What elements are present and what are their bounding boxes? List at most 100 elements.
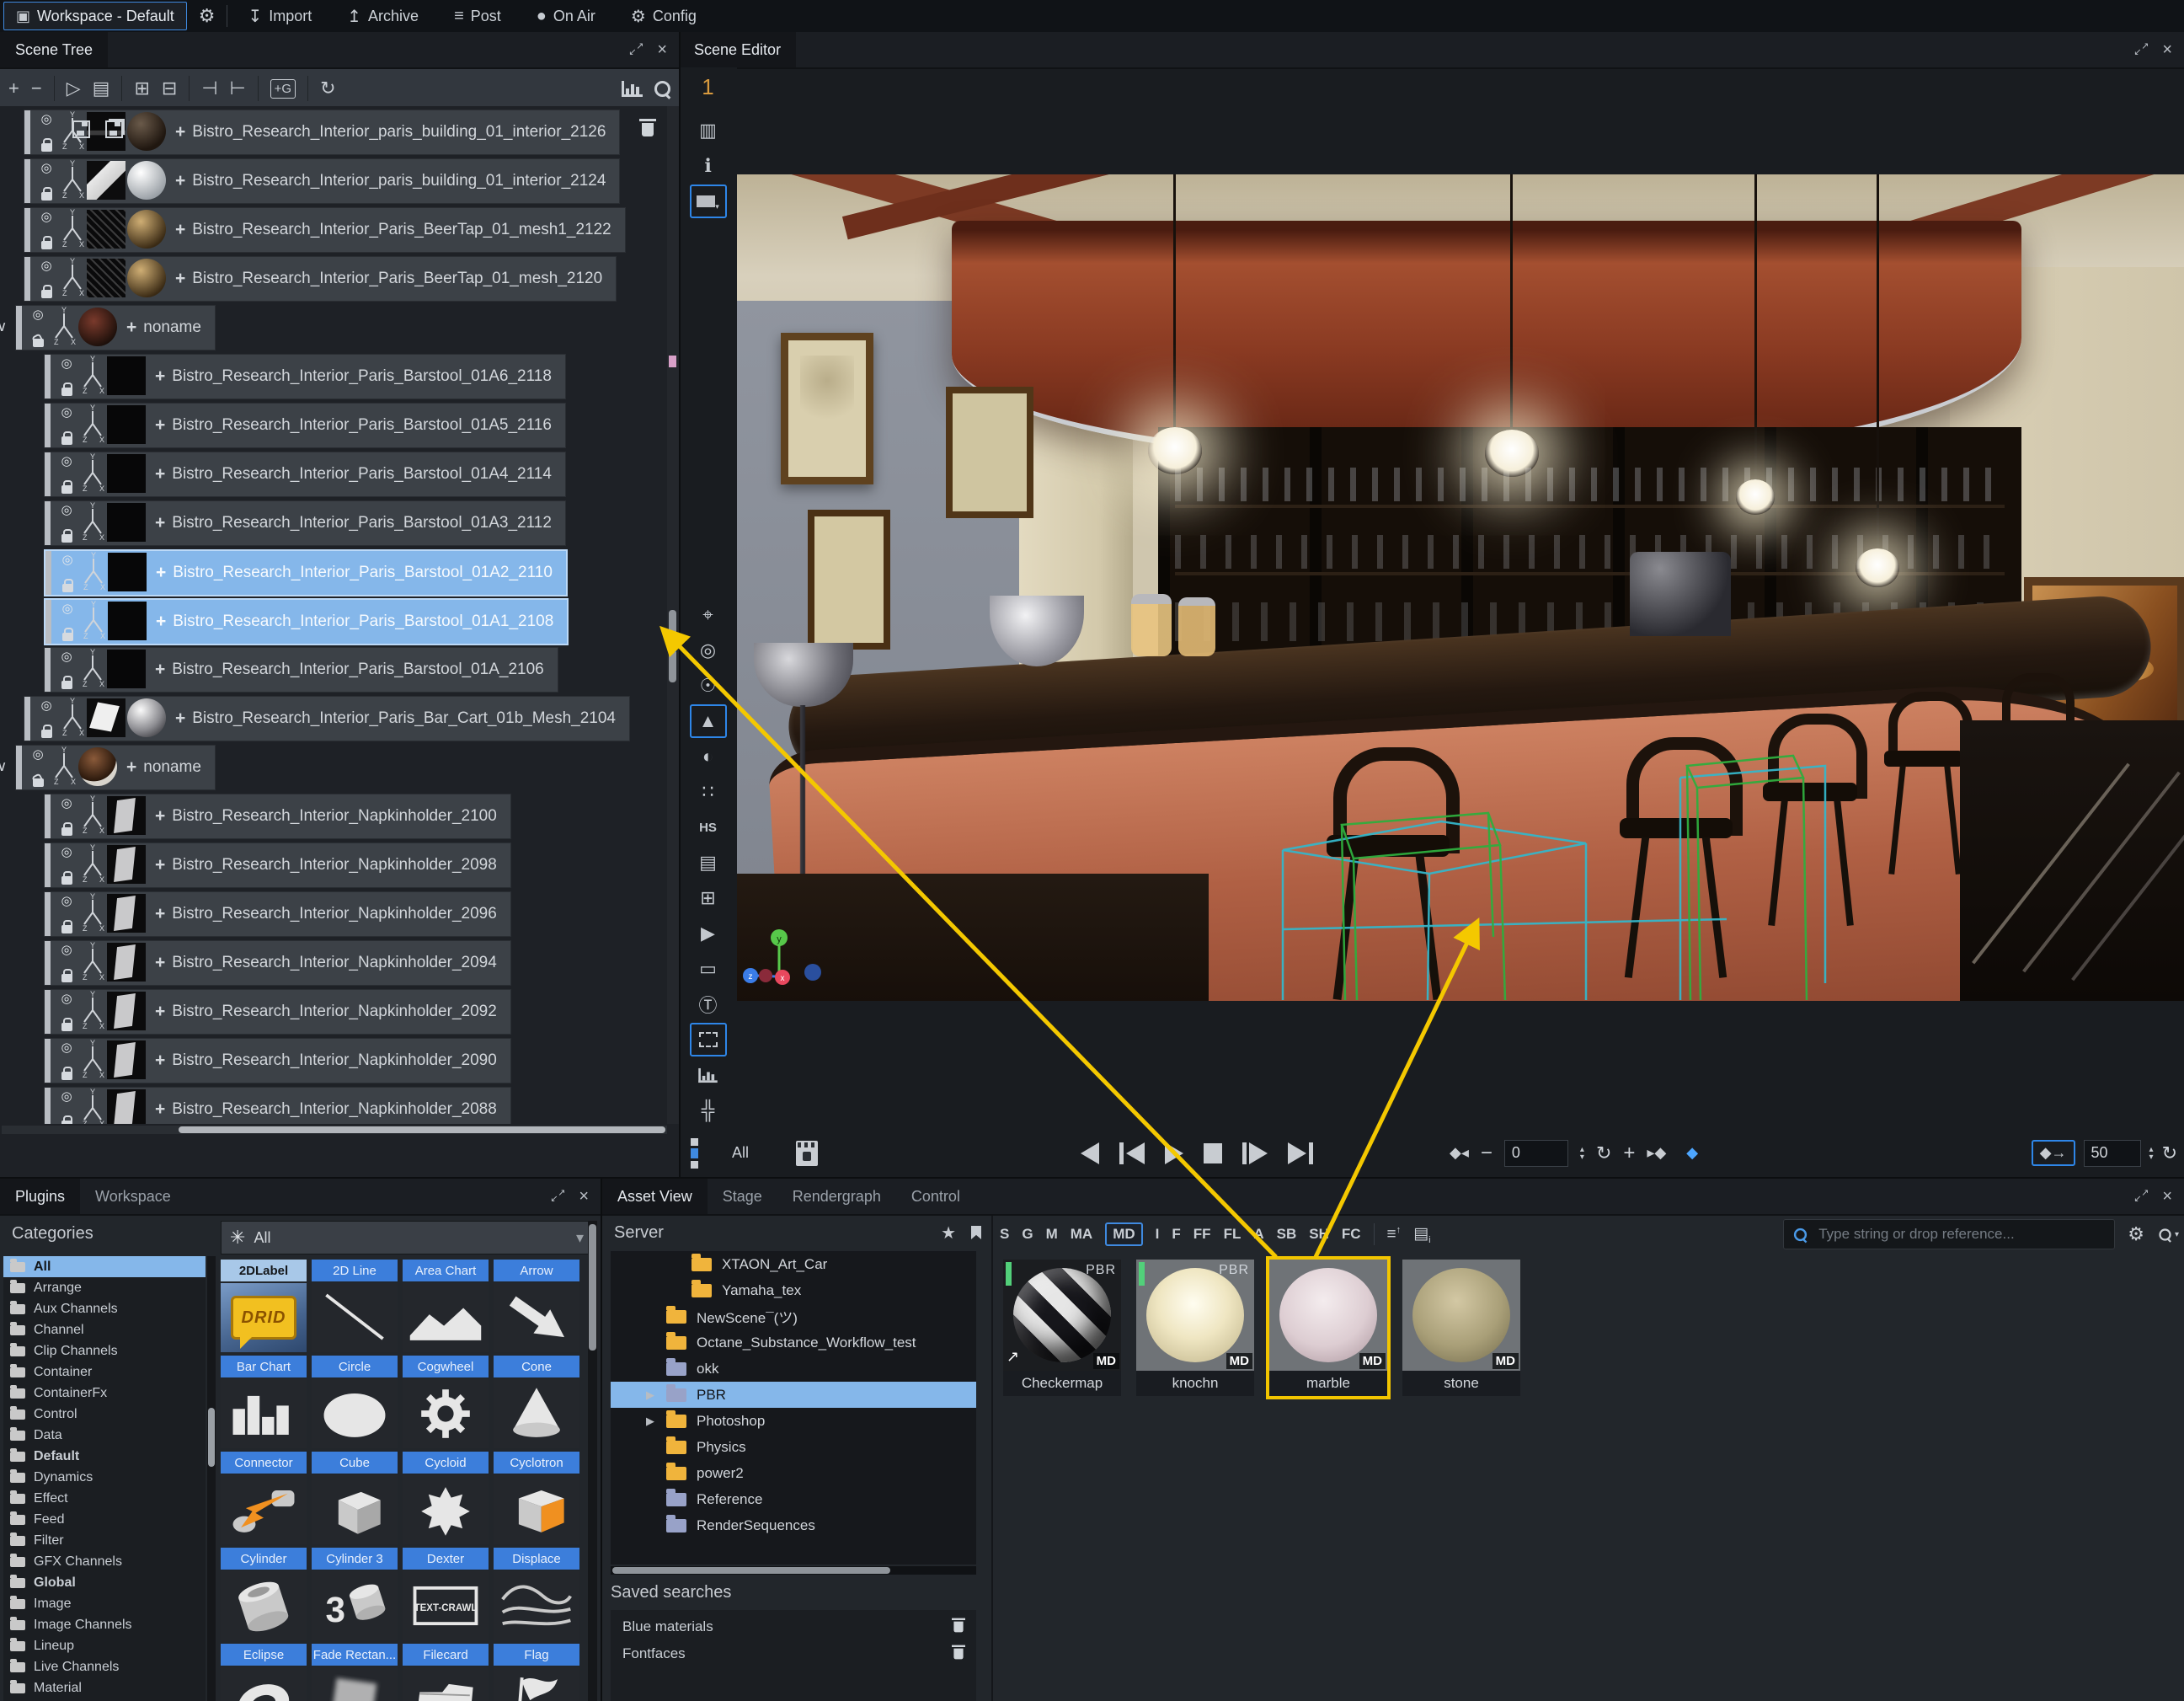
server-folder-power2[interactable]: power2 [611, 1460, 976, 1486]
tree-row[interactable]: ◎YZX+Bistro_Research_Interior_Paris_Bars… [44, 598, 569, 645]
plugin-tile-cyclotron[interactable]: Cyclotron [494, 1452, 579, 1544]
menu-item-config[interactable]: ⚙Config [622, 0, 705, 32]
add-icon[interactable]: + [8, 78, 19, 99]
doc-info-icon[interactable]: ▤i [1413, 1224, 1430, 1245]
plugin-tile-cone[interactable]: Cone [494, 1356, 579, 1448]
camera-focus-icon[interactable]: ⌖ [690, 598, 727, 632]
visibility-eye-icon[interactable]: ◎ [61, 554, 72, 566]
type-filter-g[interactable]: G [1022, 1226, 1033, 1243]
layout-right-icon[interactable]: ⊢ [229, 78, 245, 99]
maximize-panel-icon[interactable]: ↗↙ [2133, 42, 2149, 57]
tab-control[interactable]: Control [896, 1179, 975, 1214]
plugin-tile-cylinder-3[interactable]: Cylinder 33 [312, 1548, 398, 1640]
layer-indicator[interactable] [691, 1138, 698, 1169]
speed-spinner[interactable]: ▴▾ [2149, 1146, 2154, 1161]
remove-icon[interactable]: − [31, 78, 42, 99]
keyframe-next-icon[interactable]: ▸◆ [1647, 1144, 1666, 1162]
play-button[interactable] [1165, 1142, 1183, 1164]
tree-row[interactable]: ◎YZX+Bistro_Research_Interior_Napkinhold… [44, 842, 511, 888]
keyframe-mode-icon[interactable]: ◆→ [2032, 1140, 2075, 1166]
category-item-effect[interactable]: Effect [3, 1488, 206, 1509]
tab-stage[interactable]: Stage [708, 1179, 777, 1214]
viewport-render[interactable]: y z x [737, 174, 2184, 1001]
visibility-eye-icon[interactable]: ◎ [61, 895, 72, 907]
lock-icon[interactable] [41, 241, 52, 249]
lock-icon[interactable] [33, 339, 44, 347]
maximize-panel-icon[interactable]: ↗↙ [2133, 1189, 2149, 1204]
collapse-tree-icon[interactable]: ⊟ [162, 78, 177, 99]
type-filter-ma[interactable]: MA [1071, 1226, 1092, 1243]
tree-row[interactable]: ◎YZX+Bistro_Research_Interior_Napkinhold… [44, 1087, 511, 1124]
visibility-eye-icon[interactable]: ◎ [61, 1090, 72, 1103]
server-folder-physics[interactable]: Physics [611, 1434, 976, 1460]
plugin-tile-filecard[interactable]: Filecard [403, 1644, 489, 1701]
close-panel-icon[interactable]: × [2162, 1187, 2172, 1206]
menu-item-import[interactable]: ↧Import [239, 0, 320, 32]
visibility-eye-icon[interactable]: ◎ [61, 797, 72, 810]
play-box-icon[interactable]: ▶ [690, 917, 727, 950]
category-item-default[interactable]: Default [3, 1446, 206, 1467]
keyframe-add-icon[interactable]: ◆ [1686, 1144, 1698, 1162]
type-filter-md[interactable]: MD [1105, 1222, 1142, 1246]
frame-doc-icon[interactable]: ▤ [690, 846, 727, 880]
lock-icon[interactable] [41, 192, 52, 201]
plugin-tile-displace[interactable]: Displace [494, 1548, 579, 1640]
lock-icon[interactable] [61, 925, 72, 933]
tree-row[interactable]: ◎YZX+noname [15, 305, 216, 350]
tab-scene-editor[interactable]: Scene Editor [679, 32, 796, 67]
lock-icon[interactable] [61, 1072, 72, 1080]
type-filter-a[interactable]: A [1253, 1226, 1263, 1243]
plugin-grid-scrollbar[interactable] [588, 1221, 597, 1701]
category-item-all[interactable]: All [3, 1256, 206, 1277]
lock-icon[interactable] [61, 681, 72, 689]
menu-item-archive[interactable]: ↥Archive [339, 0, 427, 32]
category-item-aux-channels[interactable]: Aux Channels [3, 1298, 206, 1319]
lock-icon[interactable] [41, 143, 52, 152]
plugin-tile-cogwheel[interactable]: Cogwheel [403, 1356, 489, 1448]
speed-input[interactable] [2084, 1140, 2141, 1167]
trash-icon[interactable] [642, 123, 654, 136]
step-back-button[interactable] [1119, 1142, 1145, 1164]
text-bulb-icon[interactable]: Ⓣ [690, 987, 727, 1021]
light-view-icon[interactable]: ☉ [690, 669, 727, 703]
asset-tile-Checkermap[interactable]: PBR↗MDCheckermap [1000, 1256, 1124, 1399]
tree-row[interactable]: ◎YZX+Bistro_Research_Interior_Paris_Bar_… [24, 696, 630, 741]
visibility-eye-icon[interactable]: ◎ [61, 944, 72, 956]
lock-icon[interactable] [61, 974, 72, 982]
delete-saved-search-icon[interactable] [953, 1622, 963, 1633]
plugin-tile-cylinder[interactable]: Cylinder [221, 1548, 307, 1640]
tab-plugins[interactable]: Plugins [0, 1179, 80, 1214]
tree-row[interactable]: ◎YZX+Bistro_Research_Interior_Napkinhold… [44, 794, 511, 839]
visibility-eye-icon[interactable]: ◎ [32, 748, 43, 761]
visibility-eye-icon[interactable]: ◎ [40, 113, 51, 126]
plugin-tile-bar-chart[interactable]: Bar Chart [221, 1356, 307, 1448]
chevron-down-icon[interactable]: ∨ [0, 318, 7, 335]
search-input[interactable] [1817, 1225, 2106, 1244]
tree-row[interactable]: ◎YZX+Bistro_Research_Interior_Paris_Bars… [44, 452, 566, 497]
add-group-icon[interactable]: +G [270, 79, 296, 99]
plugin-tile-area-chart[interactable]: Area Chart [403, 1260, 489, 1352]
lock-icon[interactable] [33, 778, 44, 787]
transform-icon[interactable]: ∷ [690, 775, 727, 809]
decrement-icon[interactable]: − [1481, 1142, 1492, 1165]
chart-axis-icon[interactable] [690, 1058, 727, 1092]
workspace-tab[interactable]: ▣ Workspace - Default [3, 2, 187, 30]
search-icon[interactable] [654, 81, 670, 97]
go-to-end-button[interactable] [1288, 1142, 1313, 1164]
visibility-eye-icon[interactable]: ◎ [40, 211, 51, 223]
server-folder-xtaon-art-car[interactable]: XTAON_Art_Car [611, 1251, 976, 1277]
maximize-panel-icon[interactable]: ↗↙ [628, 42, 643, 57]
type-filter-ff[interactable]: FF [1193, 1226, 1211, 1243]
category-item-data[interactable]: Data [3, 1425, 206, 1446]
chevron-down-icon[interactable]: ∨ [0, 758, 7, 775]
visibility-eye-icon[interactable]: ◎ [61, 1041, 72, 1054]
increment-icon[interactable]: + [1623, 1142, 1635, 1165]
category-item-arrange[interactable]: Arrange [3, 1277, 206, 1298]
plugin-tile-circle[interactable]: Circle [312, 1356, 398, 1448]
frame-plus-icon[interactable]: ⊞ [690, 881, 727, 915]
sort-icon[interactable]: ≡↑ [1387, 1225, 1402, 1244]
document-icon[interactable]: ▤ [93, 78, 110, 99]
stop-button[interactable] [1204, 1143, 1222, 1163]
lock-icon[interactable] [61, 1121, 72, 1124]
server-folder-yamaha-tex[interactable]: Yamaha_tex [611, 1277, 976, 1303]
